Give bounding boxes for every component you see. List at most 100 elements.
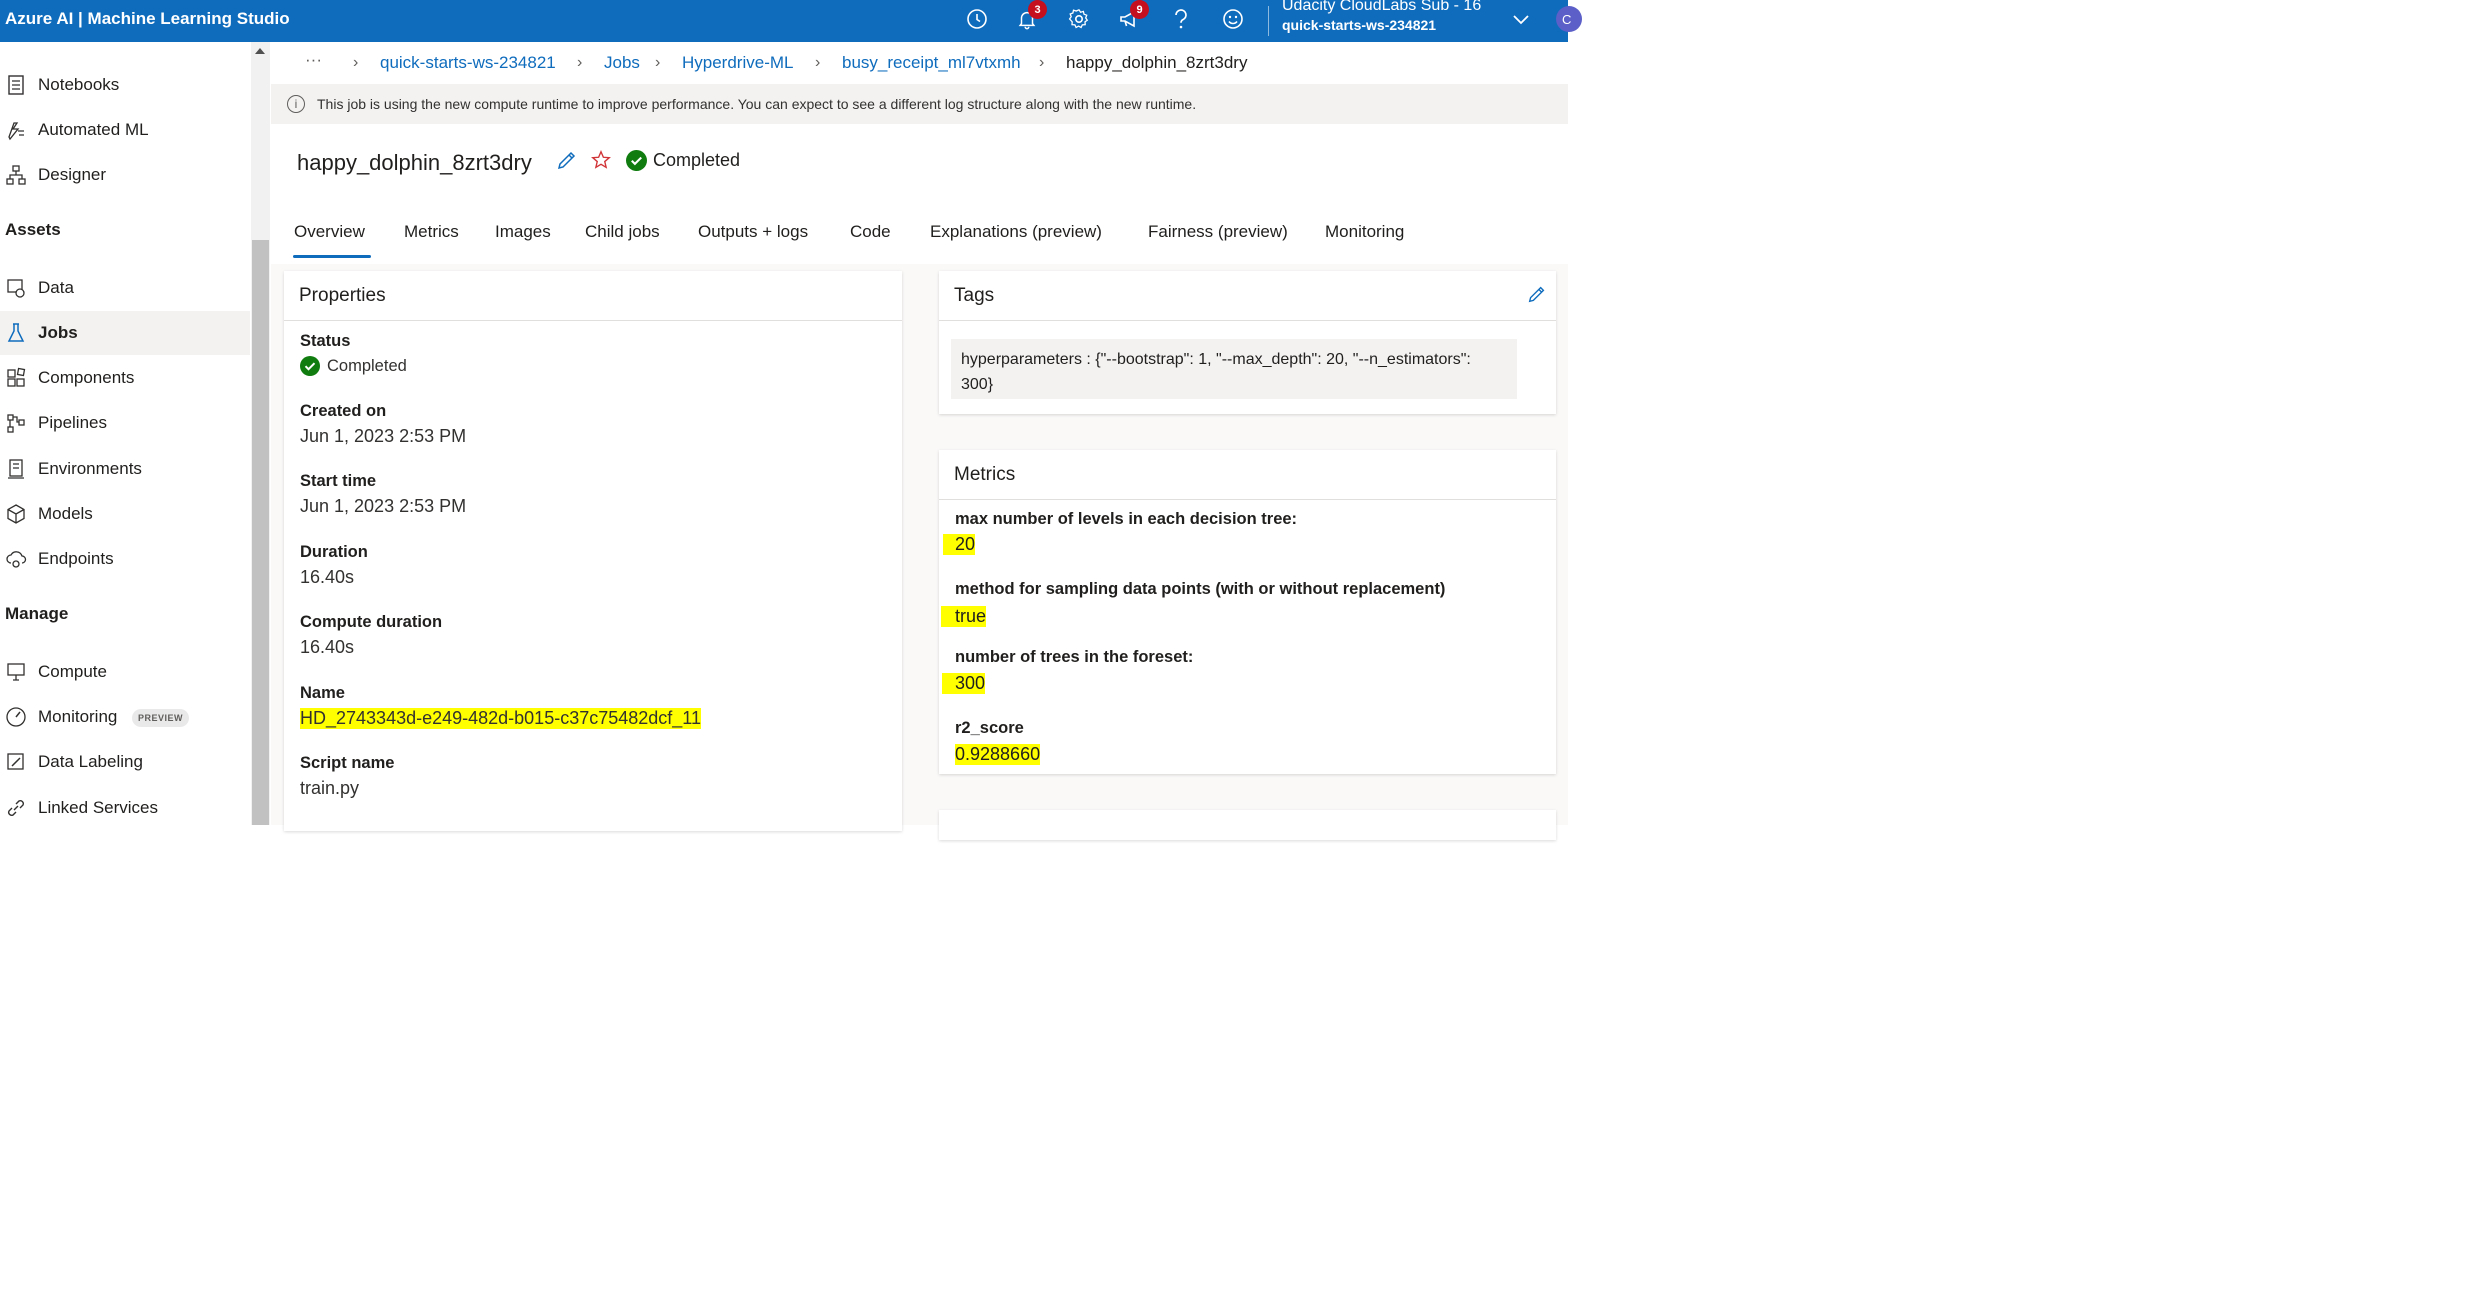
sidebar-item-environments[interactable]: Environments [0,447,250,491]
account-name: Udacity CloudLabs Sub - 16 [1282,0,1482,14]
top-divider [1268,6,1269,36]
star-icon[interactable] [590,149,612,171]
link-icon [8,800,24,816]
edit-tags-pencil-icon[interactable] [1526,283,1548,305]
metric-value: 20 [943,534,976,555]
endpoints-icon [6,551,27,568]
breadcrumb-chevron-icon: › [655,54,661,71]
status-text: Completed [653,150,741,170]
tags-card: Tags hyperparameters : {"--bootstrap": 1… [939,271,1556,414]
pipelines-icon [7,414,25,433]
breadcrumb-experiment[interactable]: Hyperdrive-ML [682,53,793,73]
tab-metrics[interactable]: Metrics [404,222,459,242]
smiley-icon[interactable] [1220,6,1246,32]
tab-overview[interactable]: Overview [294,222,365,242]
designer-icon [6,165,26,185]
help-icon[interactable] [1168,6,1194,32]
breadcrumb-chevron-icon: › [353,54,359,71]
tab-fairness[interactable]: Fairness (preview) [1148,222,1288,242]
active-tab-indicator [293,255,371,258]
sidebar-item-data[interactable]: Data [0,266,250,310]
success-check-icon [300,356,320,376]
gear-icon[interactable] [1066,6,1092,32]
sidebar-item-label: Environments [38,459,142,478]
metric-value: true [941,606,987,627]
tab-images[interactable]: Images [495,222,551,242]
next-card [939,810,1556,840]
sidebar-scroll-thumb[interactable] [252,240,269,825]
created-label: Created on [300,402,387,420]
chevron-down-icon[interactable] [1510,8,1532,35]
sidebar-item-linked-services[interactable]: Linked Services [0,786,250,830]
bell-icon[interactable]: 3 [1014,0,1047,32]
card-title: Tags [954,285,995,306]
tag-item: hyperparameters : {"--bootstrap": 1, "--… [951,339,1517,399]
breadcrumb-chevron-icon: › [577,54,583,71]
sidebar-item-automated-ml[interactable]: Automated ML [0,108,250,152]
labeling-icon [7,753,24,770]
notifications-badge: 3 [1028,0,1047,19]
metric-label: r2_score [955,719,1024,737]
environments-icon [8,459,24,479]
sidebar-item-label: Pipelines [38,413,107,432]
edit-pencil-icon[interactable] [555,148,579,172]
breadcrumb-workspace[interactable]: quick-starts-ws-234821 [380,53,556,73]
sidebar-item-label: Designer [38,165,107,184]
sidebar-item-designer[interactable]: Designer [0,153,250,197]
success-check-icon [626,150,647,171]
section-assets: Assets [5,220,61,239]
tab-monitoring[interactable]: Monitoring [1325,222,1404,242]
monitor-icon [7,663,25,681]
sidebar-item-models[interactable]: Models [0,492,250,536]
breadcrumb-ellipsis[interactable]: ··· [305,50,322,70]
sidebar-item-label: Data Labeling [38,752,143,771]
breadcrumb-jobs[interactable]: Jobs [604,53,640,73]
status-value: Completed [300,356,407,376]
sidebar-item-compute[interactable]: Compute [0,650,250,694]
tab-explanations[interactable]: Explanations (preview) [930,222,1102,242]
left-nav: Notebooks Automated ML Designer Assets D… [0,42,250,825]
sidebar-item-label: Linked Services [38,798,159,817]
tab-outputs-logs[interactable]: Outputs + logs [698,222,808,242]
tab-child-jobs[interactable]: Child jobs [585,222,660,242]
app-title[interactable]: Azure AI | Machine Learning Studio [5,9,290,29]
data-icon [7,279,25,298]
avatar[interactable]: C [1556,6,1582,32]
sidebar-item-endpoints[interactable]: Endpoints [0,537,250,581]
flask-icon [7,323,25,342]
section-manage: Manage [5,604,69,623]
metric-label: method for sampling data points (with or… [955,580,1446,598]
account-switcher[interactable]: Udacity CloudLabs Sub - 16 quick-starts-… [1282,0,1481,33]
breadcrumb-chevron-icon: › [815,54,821,71]
clock-icon[interactable] [964,6,990,32]
sidebar-item-jobs[interactable]: Jobs [0,311,250,355]
sidebar-item-label: Compute [38,662,107,681]
compute-duration-label: Compute duration [300,613,443,631]
info-icon: i [287,95,305,113]
divider [939,499,1556,500]
metric-value: 0.9288660 [955,744,1041,765]
metric-label: max number of levels in each decision tr… [955,510,1298,528]
sidebar-item-pipelines[interactable]: Pipelines [0,401,250,445]
sidebar-item-label: Automated ML [38,120,149,139]
workspace-name: quick-starts-ws-234821 [1282,17,1437,33]
sidebar-item-label: Data [38,278,74,297]
status-value-text: Completed [327,356,407,375]
megaphone-icon[interactable]: 9 [1116,0,1149,32]
sidebar-item-components[interactable]: Components [0,356,250,400]
sidebar-item-data-labeling[interactable]: Data Labeling [0,740,250,784]
name-value: HD_2743343d-e249-482d-b015-c37c75482dcf_… [300,708,701,729]
notebook-icon [8,75,24,95]
start-time-value: Jun 1, 2023 2:53 PM [300,496,467,516]
sidebar-item-label: Components [38,368,135,387]
sidebar-item-monitoring[interactable]: Monitoring PREVIEW [0,695,250,739]
sidebar-item-label: Endpoints [38,549,114,568]
top-bar: Azure AI | Machine Learning Studio 3 9 U… [0,0,1582,42]
sidebar-item-notebooks[interactable]: Notebooks [0,63,250,107]
breadcrumb-parent-job[interactable]: busy_receipt_ml7vtxmh [842,53,1021,73]
compute-duration-value: 16.40s [300,637,355,657]
info-banner: i This job is using the new compute runt… [271,84,1568,124]
tab-code[interactable]: Code [850,222,891,242]
gauge-icon [6,707,26,727]
scroll-up-arrow-icon[interactable] [255,48,265,54]
